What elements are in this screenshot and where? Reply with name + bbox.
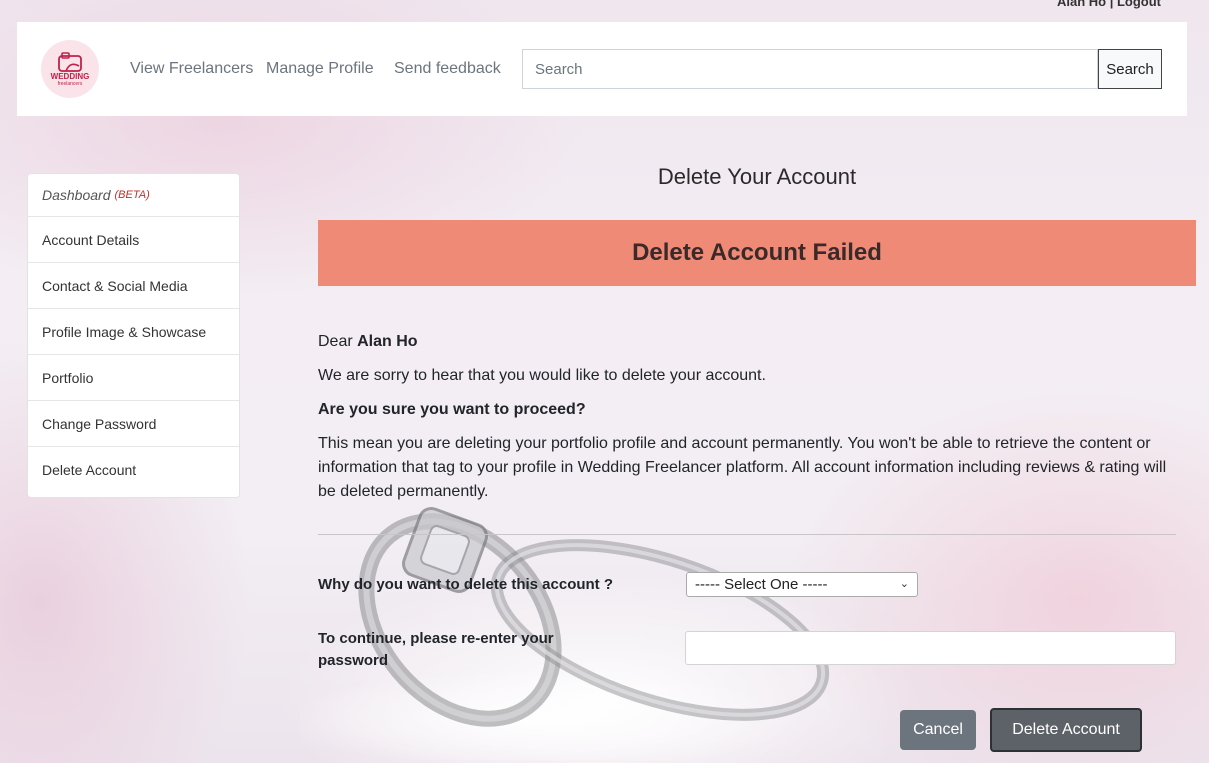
nav-view-freelancers[interactable]: View Freelancers: [130, 60, 253, 78]
sidebar-item-label: Contact & Social Media: [42, 277, 188, 294]
greeting: Dear Alan Ho: [318, 330, 1178, 354]
sidebar-item-label: Profile Image & Showcase: [42, 323, 207, 340]
main-content: Dear Alan Ho We are sorry to hear that y…: [318, 330, 1178, 504]
reason-select[interactable]: ----- Select One ----- ⌄: [686, 572, 918, 597]
sidebar-item-label: Delete Account: [42, 462, 137, 478]
chevron-down-icon: ⌄: [899, 578, 909, 590]
sidebar-item-profile-image[interactable]: Profile Image & Showcase: [28, 309, 239, 355]
sidebar-item-label: Dashboard: [42, 187, 111, 203]
warning-text: This mean you are deleting your portfoli…: [318, 435, 1167, 500]
nav-manage-profile[interactable]: Manage Profile: [266, 60, 374, 78]
password-field[interactable]: [685, 631, 1176, 665]
divider: [318, 534, 1176, 535]
wedding-rings-image: [300, 507, 830, 760]
sidebar-item-label: Portfolio: [42, 369, 94, 386]
user-name: Alan Ho: [357, 333, 418, 350]
sidebar: Dashboard (BETA) Account Details Contact…: [27, 173, 240, 498]
sidebar-item-label: Account Details: [42, 231, 140, 248]
sidebar-item-delete-account[interactable]: Delete Account: [28, 447, 239, 493]
camera-icon: [58, 51, 82, 72]
reason-label: Why do you want to delete this account ?: [318, 576, 614, 593]
sidebar-item-change-password[interactable]: Change Password: [28, 401, 239, 447]
error-alert: Delete Account Failed: [318, 220, 1196, 286]
beta-badge: (BETA): [114, 189, 150, 201]
site-logo[interactable]: WEDDING freelancers: [41, 40, 99, 98]
navbar: WEDDING freelancers View Freelancers Man…: [17, 22, 1187, 116]
sidebar-item-label: Change Password: [42, 415, 157, 432]
sidebar-item-dashboard[interactable]: Dashboard (BETA): [28, 174, 239, 217]
sorry-text: We are sorry to hear that you would like…: [318, 367, 766, 384]
search-input[interactable]: [522, 49, 1098, 89]
sidebar-item-contact-social[interactable]: Contact & Social Media: [28, 263, 239, 309]
greeting-prefix: Dear: [318, 333, 358, 350]
confirm-question: Are you sure you want to proceed?: [318, 401, 586, 418]
sidebar-item-account-details[interactable]: Account Details: [28, 217, 239, 263]
logo-text: WEDDING: [50, 71, 90, 81]
password-label: To continue, please re-enter your passwo…: [318, 630, 554, 669]
nav-send-feedback[interactable]: Send feedback: [394, 60, 501, 78]
page-title: Delete Your Account: [657, 164, 857, 189]
search-button[interactable]: Search: [1098, 49, 1162, 89]
delete-account-button[interactable]: Delete Account: [990, 708, 1142, 752]
reason-selected-value: ----- Select One -----: [695, 576, 828, 593]
cancel-button[interactable]: Cancel: [900, 710, 976, 750]
sidebar-item-portfolio[interactable]: Portfolio: [28, 355, 239, 401]
user-links[interactable]: Alan Ho | Logout: [1057, 0, 1161, 9]
logo-subtext: freelancers: [57, 80, 83, 87]
